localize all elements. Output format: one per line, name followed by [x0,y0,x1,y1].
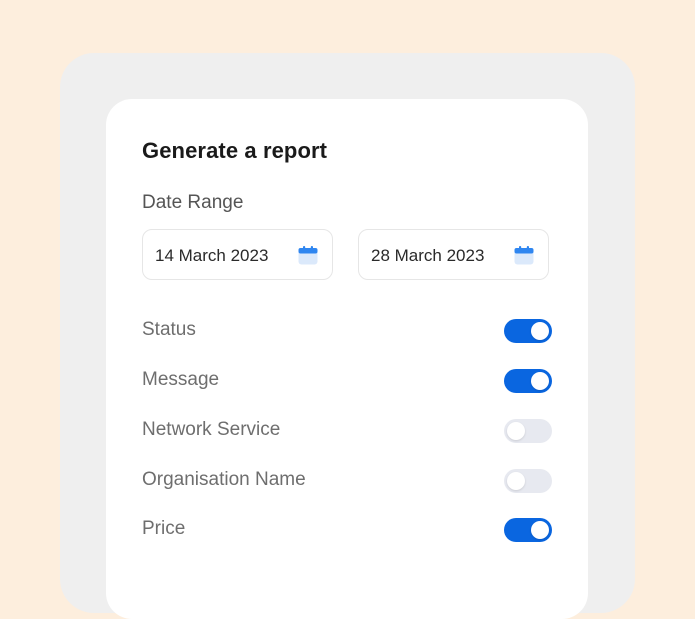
option-label-status: Status [142,319,196,340]
toggle-knob [531,372,549,390]
toggle-knob [531,521,549,539]
option-label-network-service: Network Service [142,419,281,440]
end-date-field[interactable]: 28 March 2023 [358,229,549,280]
start-date-field[interactable]: 14 March 2023 [142,229,333,280]
calendar-icon[interactable] [298,246,318,265]
toggle-knob [507,422,525,440]
end-date-value: 28 March 2023 [371,246,485,265]
option-label-price: Price [142,518,186,539]
toggle-knob [531,322,549,340]
toggle-network-service[interactable] [504,419,552,443]
calendar-icon[interactable] [514,246,534,265]
date-range-label: Date Range [142,192,244,213]
page-title: Generate a report [142,138,328,163]
toggle-message[interactable] [504,369,552,393]
toggle-organisation-name[interactable] [504,469,552,493]
toggle-knob [507,472,525,490]
option-label-organisation-name: Organisation Name [142,469,306,490]
toggle-price[interactable] [504,518,552,542]
option-label-message: Message [142,369,220,390]
toggle-status[interactable] [504,319,552,343]
start-date-value: 14 March 2023 [155,246,269,265]
